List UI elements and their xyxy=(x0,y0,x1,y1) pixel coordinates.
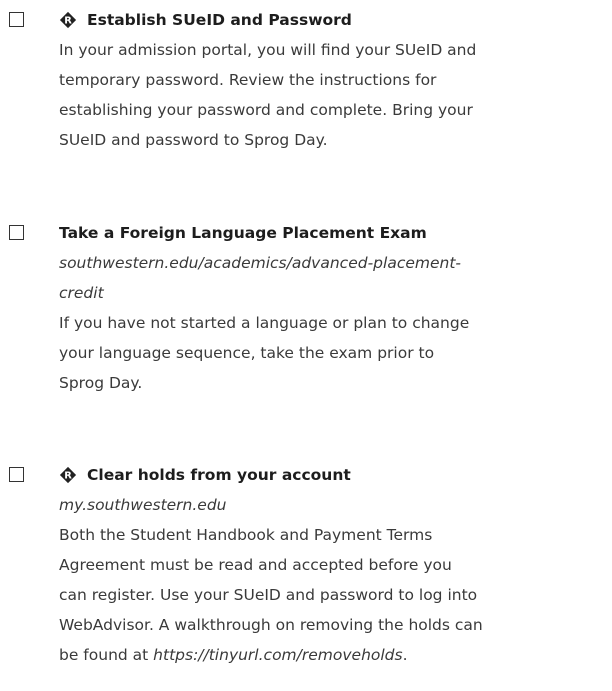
checkbox[interactable] xyxy=(9,467,24,482)
item-title: R Establish SUeID and Password xyxy=(59,9,612,31)
item-description: In your admission portal, you will find … xyxy=(59,35,612,155)
svg-text:R: R xyxy=(64,471,72,482)
item-link[interactable]: southwestern.edu/academics/advanced-plac… xyxy=(59,248,612,308)
link-text[interactable]: my.southwestern.edu xyxy=(59,496,227,514)
description-line: can register. Use your SUeID and passwor… xyxy=(59,586,478,604)
checkbox[interactable] xyxy=(9,225,24,240)
description-line: In your admission portal, you will find … xyxy=(59,41,477,59)
required-r-diamond-icon: R xyxy=(59,11,77,29)
link-line[interactable]: southwestern.edu/academics/advanced-plac… xyxy=(59,248,612,278)
description-line: Agreement must be read and accepted befo… xyxy=(59,556,452,574)
description-line: Sprog Day. xyxy=(59,374,143,392)
description-line: WebAdvisor. A walkthrough on removing th… xyxy=(59,616,483,634)
item-content: Take a Foreign Language Placement Exam s… xyxy=(59,222,612,398)
item-description: Both the Student Handbook and Payment Te… xyxy=(59,520,612,670)
description-text: be found at xyxy=(59,646,154,664)
item-title-text: Establish SUeID and Password xyxy=(87,11,352,29)
description-text: . xyxy=(402,646,408,664)
item-content: R Clear holds from your account my.south… xyxy=(59,464,612,670)
svg-text:R: R xyxy=(64,16,72,27)
item-description: If you have not started a language or pl… xyxy=(59,308,612,398)
item-link[interactable]: my.southwestern.edu xyxy=(59,490,612,520)
description-line: Both the Student Handbook and Payment Te… xyxy=(59,526,433,544)
checkbox[interactable] xyxy=(9,12,24,27)
required-r-diamond-icon: R xyxy=(59,466,77,484)
description-line: If you have not started a language or pl… xyxy=(59,314,470,332)
item-title: R Clear holds from your account xyxy=(59,464,612,486)
item-title: Take a Foreign Language Placement Exam xyxy=(59,222,612,244)
removeholds-link[interactable]: https://tinyurl.com/removeholds xyxy=(153,646,402,664)
description-line: establishing your password and complete.… xyxy=(59,101,473,119)
description-line: temporary password. Review the instructi… xyxy=(59,71,437,89)
link-line[interactable]: credit xyxy=(59,278,612,308)
item-title-text: Take a Foreign Language Placement Exam xyxy=(59,224,427,242)
item-title-text: Clear holds from your account xyxy=(87,466,351,484)
description-line-last: be found at https://tinyurl.com/removeho… xyxy=(59,640,612,670)
description-line: your language sequence, take the exam pr… xyxy=(59,344,435,362)
item-content: R Establish SUeID and Password In your a… xyxy=(59,9,612,155)
description-line: SUeID and password to Sprog Day. xyxy=(59,131,328,149)
